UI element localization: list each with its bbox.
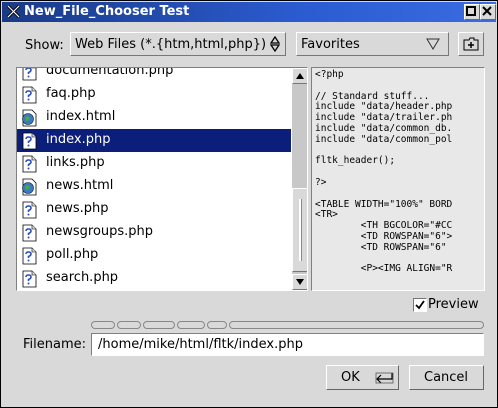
progress-segment <box>117 321 141 329</box>
close-icon <box>482 6 492 16</box>
document-icon <box>22 224 37 242</box>
file-row[interactable]: poll.php <box>17 244 291 267</box>
updown-arrows-icon <box>270 36 280 52</box>
file-name: news.html <box>46 178 114 193</box>
scroll-down-button[interactable] <box>292 274 307 290</box>
new-folder-button[interactable] <box>458 32 484 56</box>
preview-text: <?php // Standard stuff... include "data… <box>315 69 453 275</box>
ok-button[interactable]: OK <box>326 365 399 390</box>
progress-segment <box>177 321 205 329</box>
progress-segment <box>229 321 484 329</box>
new-folder-icon <box>463 37 479 51</box>
file-name: index.html <box>46 109 116 124</box>
file-row[interactable]: index.html <box>17 106 291 129</box>
filename-label: Filename: <box>23 337 87 352</box>
file-name: newsgroups.php <box>46 224 154 239</box>
file-list-scrollbar[interactable] <box>292 68 307 290</box>
document-icon <box>22 86 37 104</box>
cancel-label: Cancel <box>424 370 469 385</box>
filename-input[interactable]: /home/mike/html/fltk/index.php <box>91 333 484 356</box>
file-row[interactable]: faq.php <box>17 83 291 106</box>
chevron-down-icon <box>426 38 440 50</box>
progress-segment <box>207 321 227 329</box>
preview-pane: <?php // Standard stuff... include "data… <box>311 67 485 291</box>
filename-value: /home/mike/html/fltk/index.php <box>98 337 303 352</box>
return-key-icon <box>375 372 394 384</box>
cancel-button[interactable]: Cancel <box>409 365 484 390</box>
file-row[interactable]: documentation.php <box>17 67 291 83</box>
maximize-icon <box>466 6 476 16</box>
arrow-up-icon <box>296 73 304 79</box>
web-page-icon <box>22 109 37 127</box>
file-row[interactable]: news.html <box>17 175 291 198</box>
file-row[interactable]: links.php <box>17 152 291 175</box>
close-button[interactable] <box>480 4 496 20</box>
file-row[interactable]: news.php <box>17 198 291 221</box>
file-name: faq.php <box>46 86 96 101</box>
file-chooser-window: New_File_Chooser Test Show: Web Files (*… <box>0 0 498 408</box>
web-page-icon <box>22 178 37 196</box>
scroll-up-button[interactable] <box>292 68 307 84</box>
close-x-icon[interactable] <box>6 4 21 19</box>
file-row[interactable]: index.php <box>17 129 291 152</box>
checkmark-icon <box>415 300 425 310</box>
document-icon <box>22 155 37 173</box>
preview-label: Preview <box>428 297 479 312</box>
maximize-button[interactable] <box>464 4 480 20</box>
file-name: poll.php <box>46 247 99 262</box>
file-name: documentation.php <box>46 67 174 78</box>
document-icon <box>22 247 37 265</box>
progress-segment <box>143 321 175 329</box>
file-name: search.php <box>46 270 119 285</box>
file-name: links.php <box>46 155 105 170</box>
show-label: Show: <box>25 38 64 53</box>
progress-segment <box>91 321 115 329</box>
window-title: New_File_Chooser Test <box>24 4 190 19</box>
preview-checkbox[interactable] <box>413 298 427 312</box>
favorites-label: Favorites <box>301 37 360 52</box>
file-name: index.php <box>46 132 111 147</box>
scroll-thumb[interactable] <box>292 188 307 272</box>
ok-label: OK <box>341 370 360 385</box>
file-filter-value: Web Files (*.{htm,html,php}) <box>75 37 267 52</box>
document-icon <box>22 132 37 150</box>
document-icon <box>22 201 37 219</box>
title-bar[interactable]: New_File_Chooser Test <box>2 2 496 22</box>
file-row[interactable]: newsgroups.php <box>17 221 291 244</box>
file-row[interactable]: search.php <box>17 267 291 290</box>
file-name: news.php <box>46 201 109 216</box>
arrow-down-icon <box>296 279 304 285</box>
document-icon <box>22 270 37 288</box>
file-filter-dropdown[interactable]: Web Files (*.{htm,html,php}) <box>70 32 286 56</box>
document-icon <box>22 68 37 81</box>
file-list[interactable]: documentation.php faq.php index.html index.… <box>16 67 308 291</box>
favorites-menu[interactable]: Favorites <box>296 32 449 56</box>
